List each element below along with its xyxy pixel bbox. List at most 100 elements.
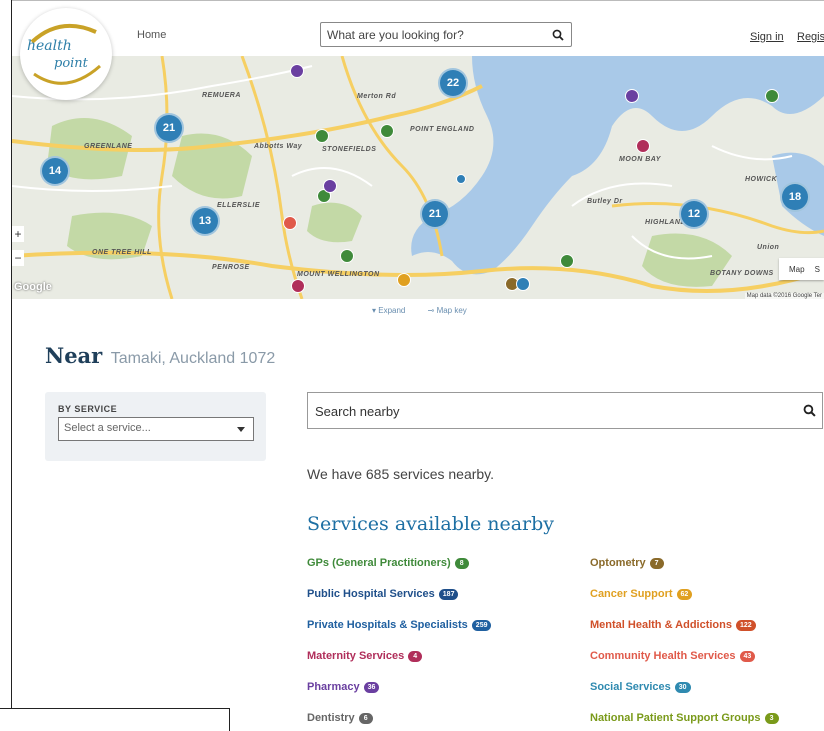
- map-pin-gp[interactable]: [765, 89, 779, 103]
- count-badge: 43: [739, 650, 756, 662]
- map-label-remuera: REMUERA: [202, 92, 241, 99]
- service-link-gps[interactable]: GPs (General Practitioners) 8: [307, 557, 469, 569]
- overlay-box: [0, 708, 230, 731]
- map-key-label: Map key: [436, 306, 467, 315]
- map-pin-community[interactable]: [283, 216, 297, 230]
- register-link[interactable]: Register: [797, 31, 824, 43]
- count-badge: 259: [471, 619, 492, 631]
- map-base-layer: [12, 56, 824, 299]
- map-type-satellite[interactable]: S: [815, 265, 820, 274]
- map-pin-pharmacy[interactable]: [290, 64, 304, 78]
- service-link-pharmacy[interactable]: Pharmacy 36: [307, 681, 380, 693]
- map-cluster[interactable]: 13: [190, 206, 220, 236]
- services-map[interactable]: REMUERA GREENLANE ELLERSLIE ONE TREE HIL…: [12, 56, 824, 299]
- service-link-mental-health[interactable]: Mental Health & Addictions 122: [590, 619, 756, 631]
- map-cluster[interactable]: 21: [154, 113, 184, 143]
- google-logo: Google: [14, 281, 52, 293]
- map-controls-row: ▾ Expand ⊸ Map key: [372, 306, 487, 315]
- map-pin-gp[interactable]: [340, 249, 354, 263]
- global-search-input[interactable]: [327, 24, 547, 46]
- services-count-text: We have 685 services nearby.: [307, 466, 495, 482]
- map-key-link[interactable]: ⊸ Map key: [428, 306, 477, 315]
- service-link-public-hospital[interactable]: Public Hospital Services 187: [307, 588, 459, 600]
- service-label: National Patient Support Groups: [590, 712, 761, 724]
- map-cluster[interactable]: 12: [679, 199, 709, 229]
- search-icon[interactable]: [552, 28, 564, 46]
- map-pin-location[interactable]: [456, 174, 466, 184]
- count-badge: 62: [676, 588, 693, 600]
- service-link-optometry[interactable]: Optometry 7: [590, 557, 664, 569]
- service-link-dentistry[interactable]: Dentistry 6: [307, 712, 373, 724]
- count-badge: 4: [408, 650, 423, 662]
- search-nearby-input[interactable]: [315, 395, 785, 427]
- service-link-cancer-support[interactable]: Cancer Support 62: [590, 588, 693, 600]
- service-label: Community Health Services: [590, 650, 736, 662]
- map-pin-pharmacy[interactable]: [323, 179, 337, 193]
- logo-text-point: point: [54, 56, 88, 71]
- map-pin-maternity[interactable]: [636, 139, 650, 153]
- global-search[interactable]: [320, 22, 572, 47]
- zoom-out-button[interactable]: −: [12, 250, 24, 266]
- count-badge: 3: [764, 712, 779, 724]
- map-pin-gp[interactable]: [380, 124, 394, 138]
- count-badge: 122: [736, 619, 756, 631]
- map-label-merton-rd: Merton Rd: [357, 93, 397, 100]
- service-link-patient-support[interactable]: National Patient Support Groups 3: [590, 712, 779, 724]
- service-label: Public Hospital Services: [307, 588, 435, 600]
- service-label: Private Hospitals & Specialists: [307, 619, 468, 631]
- service-label: Dentistry: [307, 712, 355, 724]
- count-badge: 36: [363, 681, 380, 693]
- map-label-mount-wellington: MOUNT WELLINGTON: [297, 271, 380, 278]
- expand-label: Expand: [378, 306, 406, 315]
- service-label: Cancer Support: [590, 588, 673, 600]
- filter-title: BY SERVICE: [58, 404, 118, 414]
- chevron-down-icon: [237, 427, 245, 432]
- map-pin-gp[interactable]: [560, 254, 574, 268]
- expand-map-link[interactable]: ▾ Expand: [372, 306, 415, 315]
- service-select-value: Select a service...: [64, 422, 151, 434]
- map-label-howick: HOWICK: [745, 176, 778, 183]
- filter-panel: BY SERVICE Select a service...: [45, 392, 266, 461]
- service-link-maternity[interactable]: Maternity Services 4: [307, 650, 423, 662]
- map-cluster[interactable]: 21: [420, 199, 450, 229]
- map-attribution[interactable]: Map data ©2016 Google Ter: [744, 293, 824, 299]
- zoom-in-button[interactable]: +: [12, 226, 24, 242]
- count-badge: 30: [674, 681, 691, 693]
- map-label-abbotts-way: Abbotts Way: [254, 143, 303, 150]
- service-link-community-health[interactable]: Community Health Services 43: [590, 650, 756, 662]
- map-label-botany-downs: BOTANY DOWNS: [710, 270, 774, 277]
- map-cluster[interactable]: 22: [438, 68, 468, 98]
- map-cluster[interactable]: 14: [40, 156, 70, 186]
- map-pin-gp[interactable]: [315, 129, 329, 143]
- site-header: Home Sign in Register: [12, 1, 824, 56]
- near-title: Near: [45, 343, 103, 368]
- service-link-private-hospitals[interactable]: Private Hospitals & Specialists 259: [307, 619, 492, 631]
- map-pin-pharmacy[interactable]: [625, 89, 639, 103]
- count-badge: 7: [649, 557, 664, 569]
- nav-home-link[interactable]: Home: [137, 29, 166, 41]
- count-badge: 6: [358, 712, 373, 724]
- service-label: Maternity Services: [307, 650, 405, 662]
- map-type-map[interactable]: Map: [789, 265, 805, 274]
- map-label-ellerslie: ELLERSLIE: [217, 202, 261, 209]
- service-label: GPs (General Practitioners): [307, 557, 451, 569]
- sign-in-link[interactable]: Sign in: [750, 31, 784, 43]
- service-label: Optometry: [590, 557, 646, 569]
- map-label-stonefields: STONEFIELDS: [322, 146, 377, 153]
- search-nearby[interactable]: [307, 392, 823, 429]
- map-label-union: Union: [757, 244, 780, 251]
- count-badge: 187: [438, 588, 459, 600]
- map-pin-social[interactable]: [516, 277, 530, 291]
- map-type-toggle[interactable]: Map S: [779, 258, 824, 280]
- healthpoint-logo[interactable]: health point: [20, 8, 112, 100]
- map-label-greenlane: GREENLANE: [84, 143, 133, 150]
- map-pin-maternity[interactable]: [291, 279, 305, 293]
- search-icon[interactable]: [803, 404, 816, 422]
- map-cluster[interactable]: 18: [780, 182, 810, 212]
- service-link-social-services[interactable]: Social Services 30: [590, 681, 691, 693]
- map-label-one-tree-hill: ONE TREE HILL: [92, 249, 152, 256]
- near-location[interactable]: Tamaki, Auckland 1072: [111, 350, 276, 367]
- map-pin-cancer-support[interactable]: [397, 273, 411, 287]
- service-select[interactable]: Select a service...: [58, 417, 254, 441]
- near-heading: Near Tamaki, Auckland 1072: [45, 343, 275, 368]
